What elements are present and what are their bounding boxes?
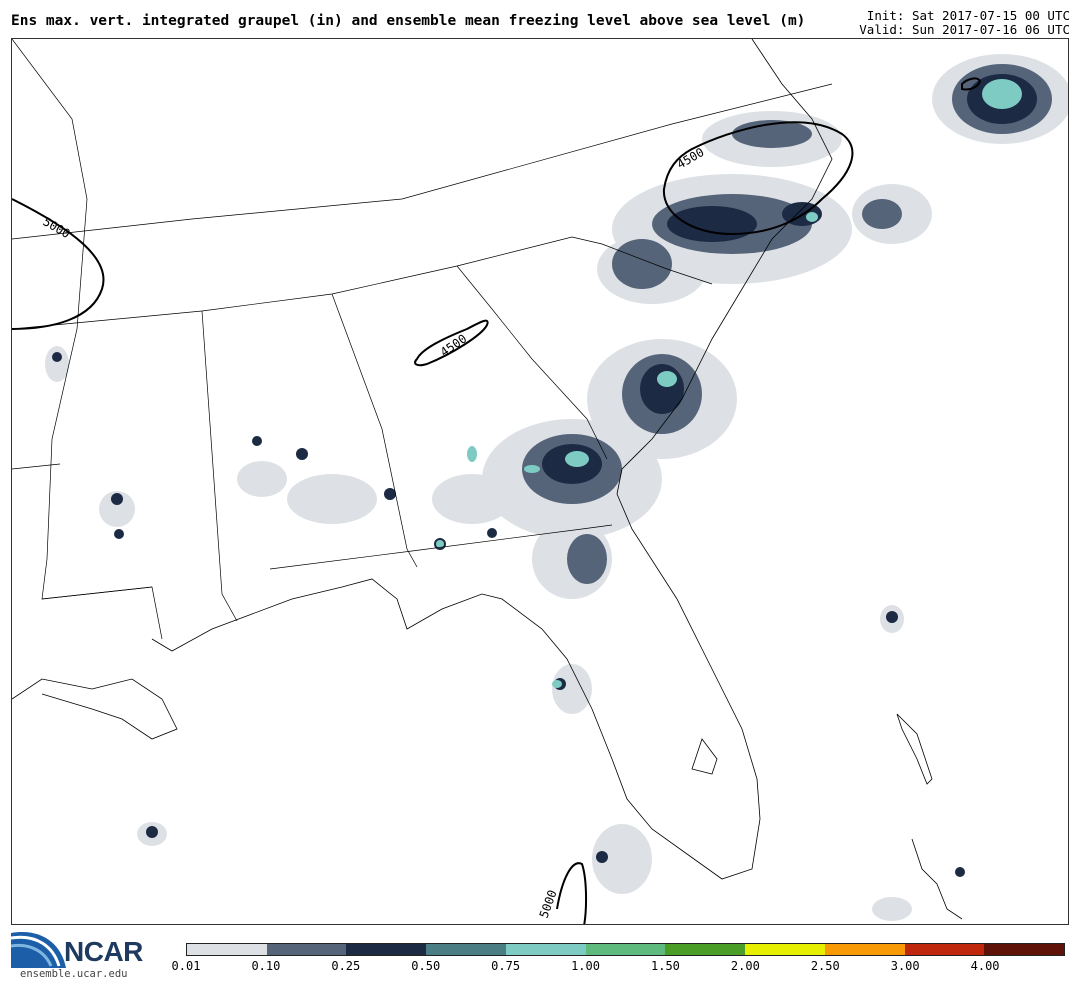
contour-label: 5000: [41, 214, 73, 241]
colorbar-segment: [266, 944, 347, 955]
graupel-field: [45, 54, 1068, 921]
colorbar-segment: [665, 944, 746, 955]
init-time: Init: Sat 2017-07-15 00 UTC: [866, 8, 1070, 23]
colorbar-tick-label: 0.75: [491, 959, 521, 973]
colorbar-segment: [426, 944, 506, 955]
colorbar-tick-label: 0.50: [411, 959, 441, 973]
colorbar-segment: [984, 944, 1065, 955]
colorbar-segment: [904, 944, 985, 955]
map-canvas: 5000 4500 4500 5000: [12, 39, 1068, 924]
colorbar-segment: [346, 944, 427, 955]
colorbar-tick-label: 3.00: [890, 959, 920, 973]
colorbar-tick-label: 1.50: [651, 959, 680, 973]
ncar-url: ensemble.ucar.edu: [20, 968, 128, 980]
colorbar-tick-label: 2.50: [810, 959, 840, 973]
valid-time: Valid: Sun 2017-07-16 06 UTC: [859, 22, 1070, 37]
contour-5000-south: [556, 862, 588, 924]
colorbar-tick-label: 2.00: [730, 959, 760, 973]
colorbar-segment: [187, 944, 267, 955]
contour-label: 5000: [537, 888, 560, 920]
colorbar-segment: [824, 944, 905, 955]
colorbar-segment: [745, 944, 825, 955]
ncar-wordmark: NCAR: [64, 936, 143, 967]
contour-5000-west: [12, 198, 105, 330]
map-panel[interactable]: 5000 4500 4500 5000: [11, 38, 1069, 925]
map-title: Ens max. vert. integrated graupel (in) a…: [11, 13, 806, 29]
colorbar-tick-label: 4.00: [970, 959, 1000, 973]
colorbar-segment: [585, 944, 666, 955]
colorbar-segment: [505, 944, 586, 955]
graupel-colorbar: [186, 943, 1065, 956]
colorbar-tick-label: 1.00: [571, 959, 600, 973]
colorbar-tick-label: 0.10: [251, 959, 281, 973]
colorbar-tick-label: 0.01: [171, 959, 201, 973]
colorbar-tick-label: 0.25: [331, 959, 361, 973]
